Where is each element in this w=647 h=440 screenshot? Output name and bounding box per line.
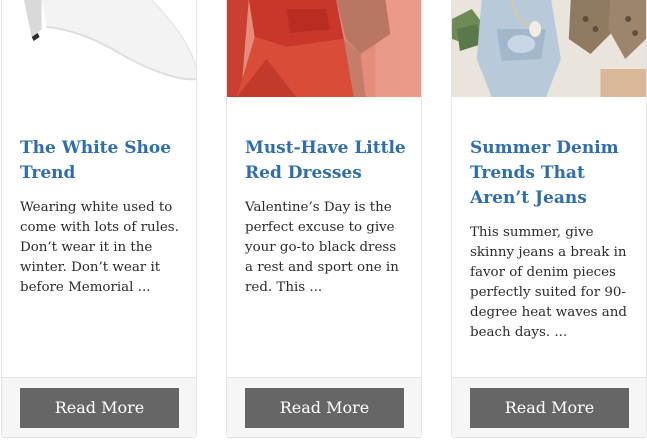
post-excerpt: Valentine’s Day is the perfect excuse to… [245, 200, 399, 295]
post-card: Summer Denim Trends That Aren’t Jeans Th… [451, 0, 647, 438]
post-excerpt: This summer, give skinny jeans a break i… [470, 225, 627, 340]
post-card: Must-Have Little Red Dresses Valentine’s… [226, 0, 422, 438]
red-dress-image[interactable] [227, 0, 421, 97]
post-excerpt: Wearing white used to come with lots of … [20, 200, 179, 295]
read-more-button[interactable]: Read More [245, 388, 404, 428]
read-more-button[interactable]: Read More [20, 388, 179, 428]
read-more-button[interactable]: Read More [470, 388, 629, 428]
post-title[interactable]: Summer Denim Trends That Aren’t Jeans [470, 136, 632, 211]
post-title[interactable]: The White Shoe Trend [20, 136, 182, 186]
denim-flatlay-image[interactable] [452, 0, 646, 97]
post-title[interactable]: Must-Have Little Red Dresses [245, 136, 407, 186]
post-card: The White Shoe Trend Wearing white used … [1, 0, 197, 438]
white-shoe-image[interactable] [2, 0, 196, 97]
post-grid: The White Shoe Trend Wearing white used … [0, 0, 647, 440]
